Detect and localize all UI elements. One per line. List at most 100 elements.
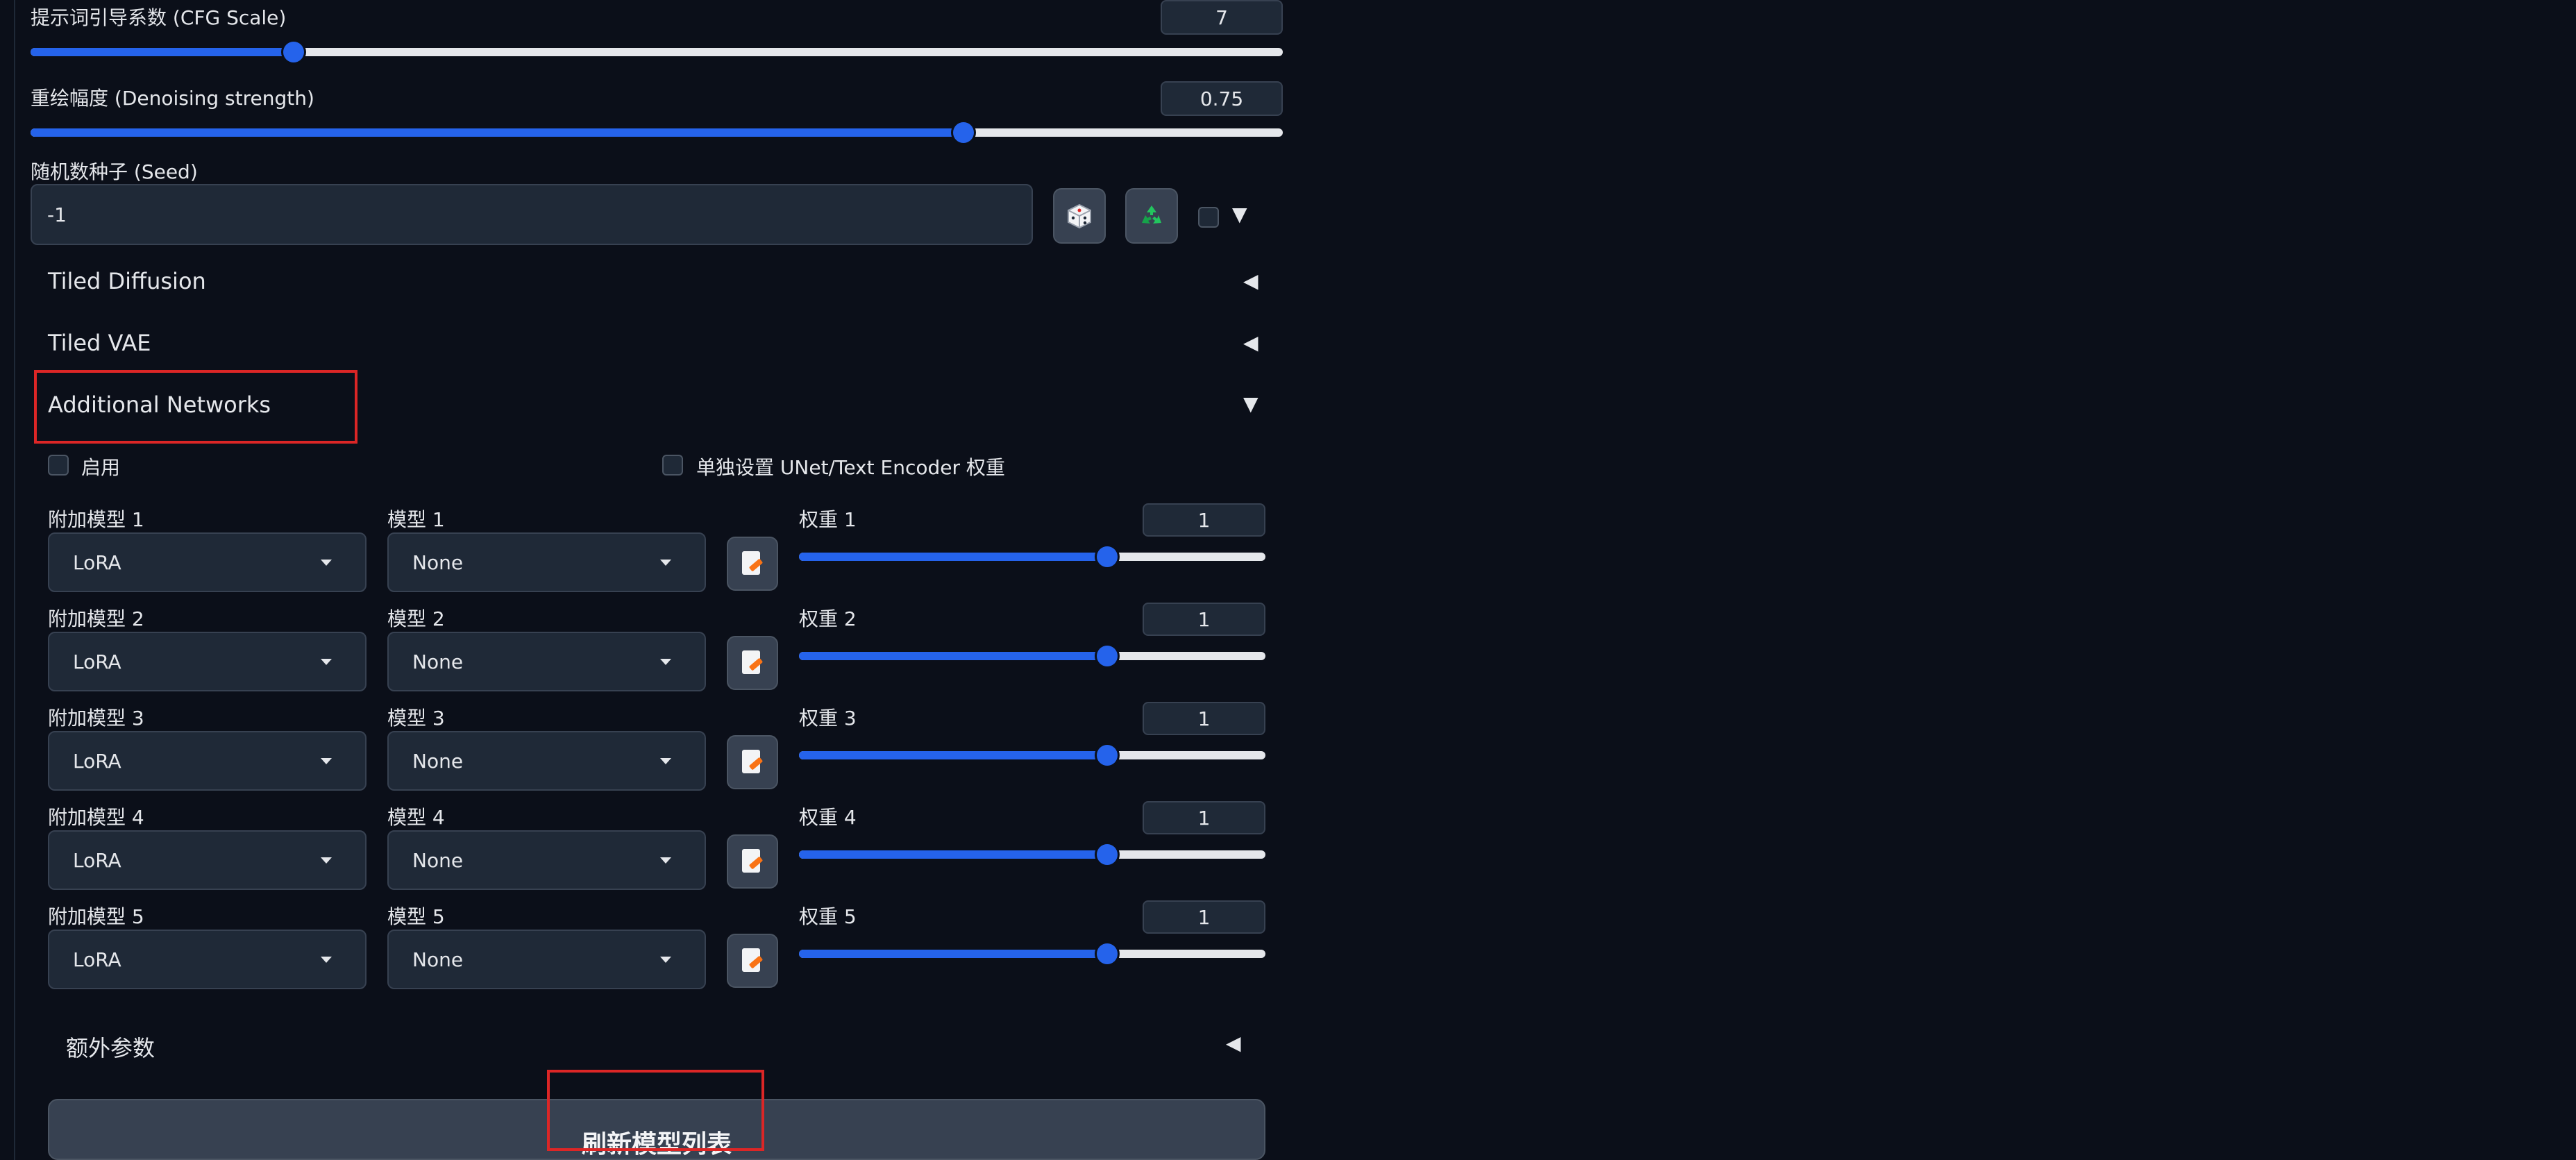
weight-fill [799,850,1107,859]
model-type-value: LoRA [73,550,121,574]
weight-input[interactable]: 1 [1143,503,1265,537]
chevron-down-icon [321,957,332,963]
weight-input[interactable]: 1 [1143,603,1265,636]
model-label: 模型 2 [387,607,445,630]
model-label: 模型 3 [387,707,445,730]
enable-label: 启用 [81,456,121,479]
denoising-slider[interactable] [31,122,1283,143]
separate-weights-label: 单独设置 UNet/Text Encoder 权重 [696,456,1005,479]
edit-icon [742,650,764,675]
weight-thumb[interactable] [1096,943,1118,964]
chevron-down-icon [660,857,671,864]
additional-networks-highlight [34,370,357,444]
tiled-vae-header[interactable]: Tiled VAE [48,330,151,356]
cfg-scale-input[interactable]: 7 [1161,0,1283,35]
model-type-value: LoRA [73,948,121,971]
model-select[interactable]: None [387,930,706,989]
model-value: None [412,650,464,673]
chevron-down-icon [321,560,332,566]
model-type-select[interactable]: LoRA [48,930,367,989]
model-value: None [412,749,464,773]
weight-fill [799,652,1107,660]
weight-label: 权重 1 [799,508,857,531]
dice-button[interactable] [1053,188,1106,244]
tiled-diffusion-collapse-icon[interactable]: ◀ [1243,269,1258,292]
edit-icon [742,551,764,576]
weight-slider[interactable] [799,844,1265,865]
chevron-down-icon [660,659,671,665]
model-type-value: LoRA [73,848,121,872]
model-value: None [412,948,464,971]
refresh-models-highlight [547,1070,764,1151]
seed-extra-checkbox[interactable] [1198,207,1219,228]
weight-fill [799,553,1107,561]
weight-slider[interactable] [799,943,1265,964]
dice-icon [1068,203,1091,229]
model-type-select[interactable]: LoRA [48,830,367,890]
denoising-thumb[interactable] [952,122,974,143]
cfg-scale-thumb[interactable] [283,42,304,62]
edit-icon [742,948,764,973]
seed-extra-toggle-icon[interactable]: ▼ [1232,203,1247,226]
seed-input[interactable]: -1 [31,184,1033,245]
edit-icon [742,849,764,874]
model-type-select[interactable]: LoRA [48,731,367,791]
model-select[interactable]: None [387,731,706,791]
cfg-scale-slider[interactable] [31,42,1283,62]
weight-slider[interactable] [799,646,1265,666]
model-info-button[interactable] [727,735,778,789]
weight-thumb[interactable] [1096,745,1118,766]
model-type-select[interactable]: LoRA [48,632,367,691]
model-type-value: LoRA [73,650,121,673]
model-info-button[interactable] [727,537,778,591]
model-label: 模型 5 [387,905,445,928]
denoising-input[interactable]: 0.75 [1161,81,1283,116]
model-info-button[interactable] [727,934,778,988]
cfg-scale-label: 提示词引导系数 (CFG Scale) [31,6,287,29]
weight-slider[interactable] [799,546,1265,567]
additional-networks-expand-icon[interactable]: ▼ [1243,392,1258,415]
weight-slider[interactable] [799,745,1265,766]
chevron-down-icon [660,560,671,566]
model-info-button[interactable] [727,636,778,690]
model-type-label: 附加模型 5 [48,905,144,928]
weight-input[interactable]: 1 [1143,801,1265,834]
weight-input[interactable]: 1 [1143,702,1265,735]
model-value: None [412,550,464,574]
model-type-value: LoRA [73,749,121,773]
cfg-scale-fill [31,48,294,56]
model-select[interactable]: None [387,632,706,691]
recycle-button[interactable] [1125,188,1178,244]
weight-thumb[interactable] [1096,844,1118,865]
weight-input[interactable]: 1 [1143,900,1265,934]
tiled-vae-collapse-icon[interactable]: ◀ [1243,331,1258,354]
extra-params-collapse-icon[interactable]: ◀ [1226,1032,1241,1054]
weight-thumb[interactable] [1096,546,1118,567]
model-label: 模型 4 [387,806,445,829]
chevron-down-icon [321,758,332,764]
enable-checkbox[interactable] [48,455,69,476]
extra-params-header[interactable]: 额外参数 [66,1031,155,1063]
model-type-label: 附加模型 1 [48,508,144,531]
recycle-icon [1142,205,1161,224]
chevron-down-icon [660,758,671,764]
seed-label: 随机数种子 (Seed) [31,160,198,183]
model-value: None [412,848,464,872]
weight-label: 权重 5 [799,905,857,928]
left-border [0,0,15,1160]
weight-thumb[interactable] [1096,646,1118,666]
model-select[interactable]: None [387,830,706,890]
model-select[interactable]: None [387,532,706,592]
tiled-diffusion-header[interactable]: Tiled Diffusion [48,268,206,294]
denoising-label: 重绘幅度 (Denoising strength) [31,87,314,110]
chevron-down-icon [321,659,332,665]
model-info-button[interactable] [727,834,778,889]
model-type-label: 附加模型 3 [48,707,144,730]
chevron-down-icon [660,957,671,963]
weight-fill [799,751,1107,759]
denoising-fill [31,128,963,137]
model-type-select[interactable]: LoRA [48,532,367,592]
model-label: 模型 1 [387,508,445,531]
model-type-label: 附加模型 4 [48,806,144,829]
separate-weights-checkbox[interactable] [662,455,683,476]
